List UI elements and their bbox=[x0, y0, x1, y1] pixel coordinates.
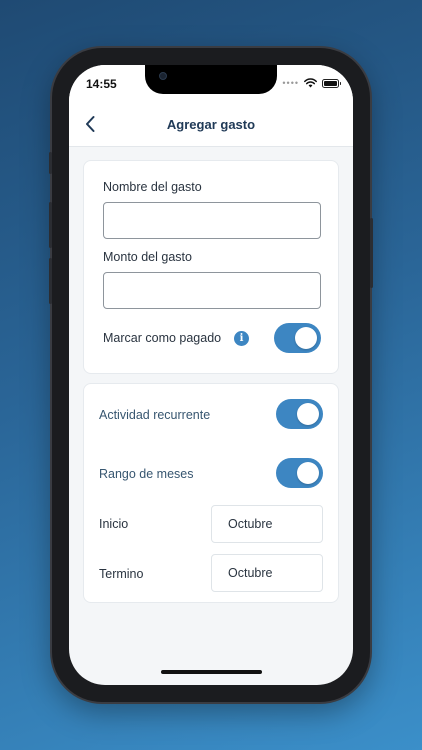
toggle-knob bbox=[297, 403, 319, 425]
expense-amount-label: Monto del gasto bbox=[103, 250, 192, 264]
mute-switch bbox=[49, 152, 52, 174]
month-range-toggle[interactable] bbox=[276, 458, 323, 488]
status-icons: •••• bbox=[282, 78, 341, 88]
info-icon[interactable]: i bbox=[234, 331, 249, 346]
end-label: Termino bbox=[99, 567, 144, 581]
recurrence-card: Actividad recurrente Rango de meses Inic… bbox=[83, 383, 339, 603]
end-month-select[interactable]: Octubre bbox=[211, 554, 323, 592]
mark-paid-toggle[interactable] bbox=[274, 323, 321, 353]
volume-up-button bbox=[49, 202, 52, 248]
phone-frame: 14:55 •••• Agregar gasto Nombre del gast… bbox=[49, 48, 373, 702]
end-month-value: Octubre bbox=[228, 566, 273, 580]
month-range-label: Rango de meses bbox=[99, 467, 194, 481]
app-screen: 14:55 •••• Agregar gasto Nombre del gast… bbox=[69, 65, 353, 685]
start-month-select[interactable]: Octubre bbox=[211, 505, 323, 543]
power-button bbox=[370, 218, 373, 288]
start-month-value: Octubre bbox=[228, 517, 273, 531]
navigation-bar: Agregar gasto bbox=[69, 103, 353, 147]
start-label: Inicio bbox=[99, 517, 129, 531]
home-indicator[interactable] bbox=[161, 670, 262, 674]
page-title: Agregar gasto bbox=[166, 117, 256, 132]
expense-name-label: Nombre del gasto bbox=[103, 180, 202, 194]
mark-paid-label: Marcar como pagado bbox=[103, 331, 222, 345]
expense-name-input[interactable] bbox=[103, 202, 321, 239]
expense-amount-input[interactable] bbox=[103, 272, 321, 309]
recurring-activity-toggle[interactable] bbox=[276, 399, 323, 429]
toggle-knob bbox=[297, 462, 319, 484]
toggle-knob bbox=[295, 327, 317, 349]
battery-icon bbox=[322, 78, 341, 88]
recurring-activity-label: Actividad recurrente bbox=[99, 408, 211, 422]
notch bbox=[145, 65, 277, 94]
wifi-icon bbox=[304, 78, 317, 88]
expense-details-card: Nombre del gasto Monto del gasto Marcar … bbox=[83, 160, 339, 374]
volume-down-button bbox=[49, 258, 52, 304]
front-camera bbox=[159, 72, 167, 80]
dots-signal-icon: •••• bbox=[282, 78, 299, 88]
status-time: 14:55 bbox=[86, 77, 117, 91]
